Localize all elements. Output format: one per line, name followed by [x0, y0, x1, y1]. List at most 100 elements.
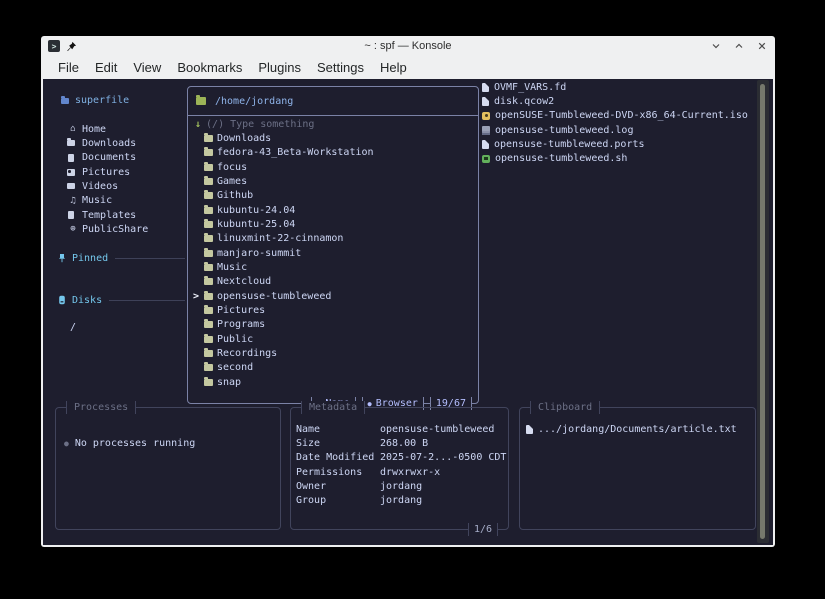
sidebar-item-videos[interactable]: Videos: [67, 179, 197, 193]
dir-name: Pictures: [217, 305, 265, 316]
directory-list: ↓ (/) Type something Downloadsfedora-43_…: [188, 116, 478, 403]
maximize-button[interactable]: [733, 40, 745, 52]
clipboard-title: Clipboard: [530, 401, 600, 414]
scrollbar-thumb[interactable]: [760, 84, 765, 539]
dir-entry[interactable]: Pictures: [188, 303, 478, 317]
dir-entry[interactable]: > opensuse-tumbleweed: [188, 289, 478, 303]
file-entry[interactable]: opensuse-tumbleweed.log: [482, 123, 758, 137]
dir-entry[interactable]: Github: [188, 189, 478, 203]
section-divider: [115, 258, 185, 259]
file-entry[interactable]: opensuse-tumbleweed.ports: [482, 137, 758, 151]
file-icon: [67, 154, 79, 162]
pin-icon: [66, 41, 77, 52]
folder-icon: [204, 307, 213, 314]
metadata-value: jordang: [380, 495, 422, 506]
file-browser-panel: /home/jordang ↓ (/) Type something Downl…: [187, 86, 479, 404]
menu-bookmarks[interactable]: Bookmarks: [169, 60, 250, 75]
metadata-panel: Metadata Nameopensuse-tumbleweedSize268.…: [290, 407, 509, 530]
menu-view[interactable]: View: [125, 60, 169, 75]
file-name: OVMF_VARS.fd: [494, 82, 566, 93]
dir-entry[interactable]: Recordings: [188, 346, 478, 360]
folder-icon: [204, 221, 213, 228]
dir-entry[interactable]: Public: [188, 332, 478, 346]
menu-help[interactable]: Help: [372, 60, 415, 75]
disk-root-label: /: [70, 322, 76, 333]
search-input[interactable]: ↓ (/) Type something: [188, 117, 478, 131]
processes-panel: Processes ● No processes running: [55, 407, 281, 530]
dir-name: second: [217, 362, 253, 373]
app-title: superfile: [61, 95, 129, 106]
music-icon: ♫: [67, 196, 79, 206]
metadata-row: Size268.00 B: [291, 436, 508, 450]
metadata-title: Metadata: [301, 401, 365, 414]
sidebar-item-pictures[interactable]: Pictures: [67, 165, 197, 179]
dir-entry[interactable]: Nextcloud: [188, 275, 478, 289]
file-entry[interactable]: opensuse-tumbleweed.sh: [482, 152, 758, 166]
image-icon: [67, 169, 79, 176]
dir-entry[interactable]: Music: [188, 260, 478, 274]
menu-settings[interactable]: Settings: [309, 60, 372, 75]
clipboard-panel: Clipboard .../jordang/Documents/article.…: [519, 407, 756, 530]
sidebar-item-home[interactable]: ⌂Home: [67, 122, 197, 136]
terminal-scrollbar[interactable]: [757, 80, 769, 543]
metadata-label: Size: [296, 438, 380, 449]
metadata-label: Permissions: [296, 467, 380, 478]
metadata-value: opensuse-tumbleweed: [380, 424, 494, 435]
sidebar-item-templates[interactable]: Templates: [67, 208, 197, 222]
file-entry[interactable]: disk.qcow2: [482, 94, 758, 108]
dir-entry[interactable]: focus: [188, 160, 478, 174]
dir-name: Nextcloud: [217, 276, 271, 287]
konsole-window: > ~ : spf — Konsole FileEditViewBookmark…: [41, 36, 775, 547]
file-entry[interactable]: OVMF_VARS.fd: [482, 80, 758, 94]
dir-entry[interactable]: second: [188, 361, 478, 375]
sidebar-item-label: Documents: [82, 152, 136, 163]
folder-icon: [204, 207, 213, 214]
iso-file-icon: [482, 112, 490, 120]
bullet-icon: ●: [64, 439, 69, 448]
dir-entry[interactable]: manjaro-summit: [188, 246, 478, 260]
dir-entry[interactable]: kubuntu-24.04: [188, 203, 478, 217]
file-entry[interactable]: openSUSE-Tumbleweed-DVD-x86_64-Current.i…: [482, 109, 758, 123]
current-path: /home/jordang: [215, 96, 293, 107]
dir-entry[interactable]: Games: [188, 174, 478, 188]
processes-empty-row: ● No processes running: [64, 436, 195, 450]
file-name: opensuse-tumbleweed.ports: [494, 139, 645, 150]
file-file-icon: [482, 83, 489, 92]
folder-icon: [204, 336, 213, 343]
sidebar-item-label: Pictures: [82, 167, 130, 178]
file-file-icon: [482, 140, 489, 149]
folder-icon: [204, 364, 213, 371]
folder-icon: [204, 164, 213, 171]
close-button[interactable]: [756, 40, 768, 52]
path-bar: /home/jordang: [188, 87, 478, 116]
sidebar-item-publicshare[interactable]: ⊕PublicShare: [67, 222, 197, 236]
dir-entry[interactable]: fedora-43_Beta-Workstation: [188, 146, 478, 160]
titlebar[interactable]: > ~ : spf — Konsole: [41, 36, 775, 56]
dir-entry[interactable]: Downloads: [188, 131, 478, 145]
menu-file[interactable]: File: [50, 60, 87, 75]
menu-plugins[interactable]: Plugins: [250, 60, 309, 75]
dir-entry[interactable]: linuxmint-22-cinnamon: [188, 232, 478, 246]
video-icon: [67, 183, 79, 189]
pinned-label: Pinned: [72, 253, 108, 264]
minimize-button[interactable]: [710, 40, 722, 52]
dir-entry[interactable]: kubuntu-25.04: [188, 217, 478, 231]
sidebar-item-documents[interactable]: Documents: [67, 151, 197, 165]
window-title: ~ : spf — Konsole: [41, 40, 775, 52]
section-divider: [109, 300, 185, 301]
dir-name: opensuse-tumbleweed: [217, 291, 331, 302]
menu-edit[interactable]: Edit: [87, 60, 125, 75]
cursor-icon: >: [193, 291, 199, 302]
folder-icon: [204, 321, 213, 328]
dir-entry[interactable]: snap: [188, 375, 478, 389]
file-name: disk.qcow2: [494, 96, 554, 107]
metadata-value: 268.00 B: [380, 438, 428, 449]
sidebar-item-music[interactable]: ♫Music: [67, 194, 197, 208]
file-file-icon: [482, 97, 489, 106]
terminal-view: superfile ⌂HomeDownloads Documents Picture…: [43, 79, 773, 545]
sidebar: ⌂HomeDownloads Documents PicturesVideos♫Mu…: [67, 122, 197, 237]
processes-title: Processes: [66, 401, 136, 414]
disk-item-root[interactable]: /: [70, 320, 76, 334]
dir-entry[interactable]: Programs: [188, 318, 478, 332]
sidebar-item-downloads[interactable]: Downloads: [67, 136, 197, 150]
